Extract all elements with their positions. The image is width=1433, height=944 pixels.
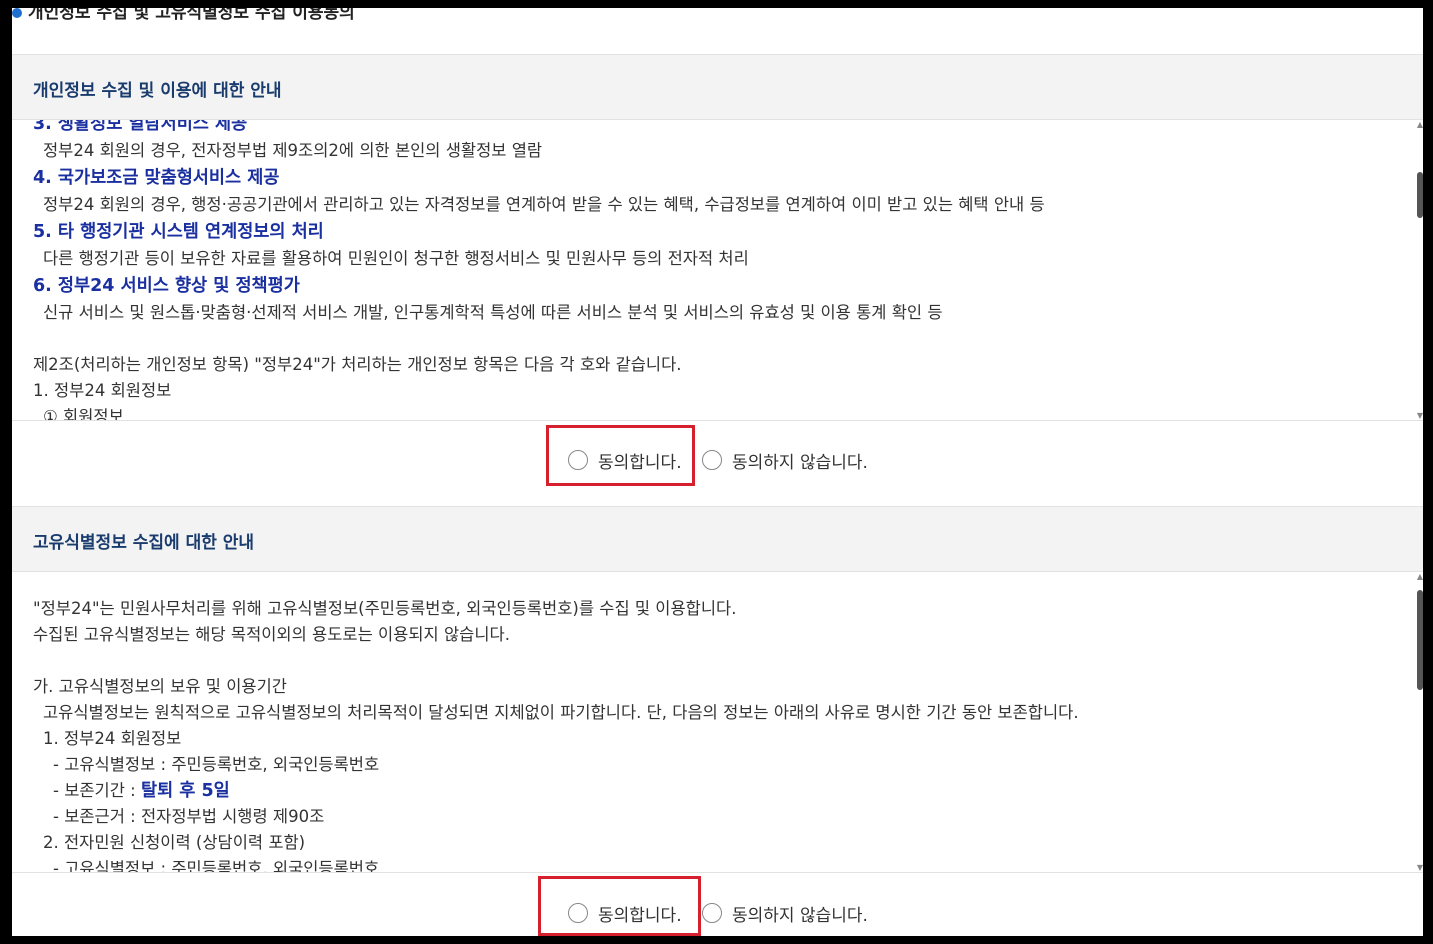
item-description: ① 회원정보	[43, 407, 124, 420]
item-description: 정부24 회원의 경우, 행정·공공기관에서 관리하고 있는 자격정보를 연계하…	[43, 195, 1045, 214]
section1-title: 개인정보 수집 및 이용에 대한 안내	[33, 81, 282, 101]
page-title: 개인정보 수집 및 고유식별정보 수집 이용동의	[12, 8, 355, 26]
item-description: 신규 서비스 및 원스톱·맞춤형·선제적 서비스 개발, 인구통계학적 특성에 …	[43, 303, 943, 322]
item-description: 고유식별정보는 원칙적으로 고유식별정보의 처리목적이 달성되면 지체없이 파기…	[43, 703, 1079, 722]
bullet-icon	[12, 8, 22, 18]
section2-scrollbox[interactable]: "정부24"는 민원사무처리를 위해 고유식별정보(주민등록번호, 외국인등록번…	[12, 572, 1423, 872]
paragraph-line: "정부24"는 민원사무처리를 위해 고유식별정보(주민등록번호, 외국인등록번…	[33, 599, 737, 618]
item-description: 정부24 회원의 경우, 전자정부법 제9조의2에 의한 본인의 생활정보 열람	[43, 141, 543, 160]
section1-header: 개인정보 수집 및 이용에 대한 안내	[12, 54, 1423, 120]
section2-radio-row: 동의합니다. 동의하지 않습니다.	[12, 872, 1423, 936]
section2-disagree-radio[interactable]: 동의하지 않습니다.	[702, 898, 868, 928]
item-description: 2. 전자민원 신청이력 (상담이력 포함)	[43, 833, 306, 852]
scroll-up-icon[interactable]: ▲	[1417, 572, 1423, 581]
sub-item: - 보존근거 : 전자정부법 시행령 제90조	[53, 807, 325, 826]
item-heading: 5. 타 행정기관 시스템 연계정보의 처리	[33, 222, 324, 242]
section1-radio-row: 동의합니다. 동의하지 않습니다.	[12, 420, 1423, 507]
sub-item: - 보존기간 : 탈퇴 후 5일	[33, 778, 1403, 804]
paragraph-line: 가. 고유식별정보의 보유 및 이용기간	[33, 677, 287, 696]
sub-item: - 고유식별정보 : 주민등록번호, 외국인등록번호	[53, 859, 380, 872]
sub-item-label: - 보존기간 :	[53, 781, 141, 800]
section1-scrollbox[interactable]: 3. 생활정보 열람서비스 제공정부24 회원의 경우, 전자정부법 제9조의2…	[12, 120, 1423, 420]
section1-scrollbar-thumb[interactable]	[1417, 172, 1423, 218]
item-heading: 6. 정부24 서비스 향상 및 정책평가	[33, 276, 300, 296]
item-heading: 4. 국가보조금 맞춤형서비스 제공	[33, 168, 280, 188]
consent-panel: 개인정보 수집 및 고유식별정보 수집 이용동의 개인정보 수집 및 이용에 대…	[12, 8, 1423, 936]
paragraph-line: 1. 정부24 회원정보	[33, 381, 172, 400]
item-heading: 3. 생활정보 열람서비스 제공	[33, 120, 248, 134]
section2-scrollbar-thumb[interactable]	[1417, 590, 1423, 690]
section1-disagree-radio[interactable]: 동의하지 않습니다.	[702, 445, 868, 475]
sub-item: - 고유식별정보 : 주민등록번호, 외국인등록번호	[53, 755, 380, 774]
section1-agree-highlight	[546, 425, 695, 486]
paragraph-line: 제2조(처리하는 개인정보 항목) "정부24"가 처리하는 개인정보 항목은 …	[33, 355, 682, 374]
paragraph-line: 수집된 고유식별정보는 해당 목적이외의 용도로는 이용되지 않습니다.	[33, 625, 510, 644]
scroll-down-icon[interactable]: ▼	[1417, 863, 1423, 872]
scroll-down-icon[interactable]: ▼	[1417, 411, 1423, 420]
retention-period-highlight: 탈퇴 후 5일	[140, 781, 230, 801]
scroll-up-icon[interactable]: ▲	[1417, 120, 1423, 129]
radio-circle-icon[interactable]	[702, 903, 722, 923]
section2-agree-highlight	[538, 876, 701, 936]
section2-header: 고유식별정보 수집에 대한 안내	[12, 506, 1423, 572]
radio-circle-icon[interactable]	[702, 450, 722, 470]
item-description: 1. 정부24 회원정보	[43, 729, 182, 748]
item-description: 다른 행정기관 등이 보유한 자료를 활용하여 민원인이 청구한 행정서비스 및…	[43, 249, 749, 268]
section2-title: 고유식별정보 수집에 대한 안내	[33, 533, 255, 553]
